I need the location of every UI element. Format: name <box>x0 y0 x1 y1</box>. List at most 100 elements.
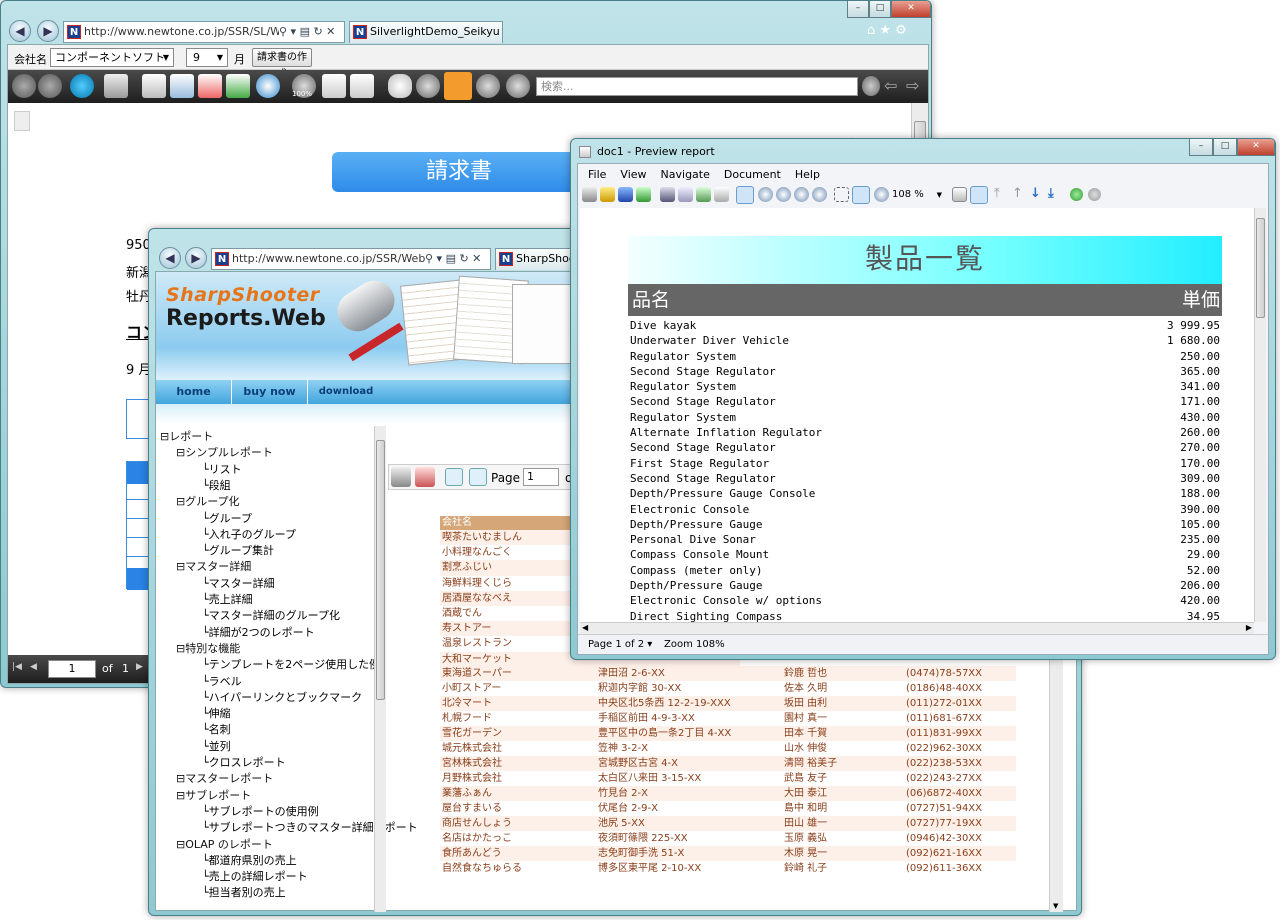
back-icon[interactable]: ◀ <box>159 247 181 269</box>
tree-item[interactable]: └売上の詳細レポート <box>202 868 308 884</box>
next-page-icon[interactable]: ▶ <box>136 662 143 672</box>
maximize-button[interactable]: □ <box>1213 139 1237 156</box>
tree-item[interactable]: └入れ子のグループ <box>202 526 296 542</box>
save-icon[interactable] <box>618 187 633 202</box>
tree-item[interactable]: └担当者別の売上 <box>202 884 286 900</box>
back-icon[interactable] <box>12 74 36 98</box>
first-page-icon[interactable]: |◀ <box>12 662 22 672</box>
nav-home[interactable]: home <box>156 380 232 404</box>
forward-icon[interactable] <box>38 74 62 98</box>
excel-icon[interactable] <box>226 74 250 98</box>
report-vertical-scrollbar[interactable] <box>1254 208 1266 622</box>
menu-item-help[interactable]: Help <box>795 168 820 181</box>
menu-item-view[interactable]: View <box>620 168 646 181</box>
tree-item[interactable]: └クロスレポート <box>202 754 286 770</box>
minimize-button[interactable]: – <box>847 1 869 18</box>
html-export-icon[interactable] <box>256 74 280 98</box>
forward-icon[interactable]: ▶ <box>37 20 59 42</box>
tree-item[interactable]: ⊟OLAP のレポート <box>176 836 273 852</box>
search-next-icon[interactable]: ⇨ <box>906 76 919 95</box>
browser-tools[interactable]: ⌂ ★ ⚙ <box>867 23 907 38</box>
zoom-rect-icon[interactable] <box>812 187 827 202</box>
print-icon[interactable] <box>582 187 597 202</box>
scroll-down-icon[interactable]: ▼ <box>1053 902 1058 910</box>
scrollbar-thumb[interactable] <box>376 440 385 700</box>
tree-item[interactable]: ⊟シンプルレポート <box>176 444 273 460</box>
first-page-icon[interactable]: ⤒ <box>994 186 1000 201</box>
page-thumbnail-icon[interactable] <box>14 111 30 131</box>
menu-item-navigate[interactable]: Navigate <box>661 168 710 181</box>
tree-item[interactable]: └マスター詳細のグループ化 <box>202 607 340 623</box>
tree-item[interactable]: ⊟サブレポート <box>176 787 251 803</box>
tree-item[interactable]: ⊟グループ化 <box>176 493 240 509</box>
page-number-input[interactable]: 1 <box>48 660 96 678</box>
export-icon[interactable] <box>636 187 651 202</box>
nav-buy-now[interactable]: buy now <box>232 380 308 404</box>
scroll-left-icon[interactable]: ◀ <box>582 623 588 632</box>
last-page-icon[interactable]: ⤓ <box>1048 186 1054 201</box>
grid-view-icon[interactable] <box>660 187 675 202</box>
scroll-right-icon[interactable]: ▶ <box>1246 623 1252 632</box>
search-input[interactable]: 検索... <box>536 77 858 96</box>
close-button[interactable]: ✕ <box>1237 139 1275 156</box>
nav-forward-icon[interactable] <box>1088 188 1101 201</box>
prev-page-icon[interactable]: ◀ <box>30 662 37 672</box>
search-prev-icon[interactable]: ⇦ <box>884 76 897 95</box>
fit-width-icon[interactable] <box>834 187 849 202</box>
browser-tab[interactable]: SilverlightDemo_Seikyu <box>349 21 503 43</box>
zoom-rect-icon[interactable] <box>506 74 530 98</box>
zoom-icon[interactable] <box>758 187 773 202</box>
tree-item[interactable]: └段組 <box>202 477 231 493</box>
page-setup-icon[interactable] <box>714 187 729 202</box>
search-icon[interactable] <box>862 76 880 96</box>
tree-item[interactable]: └マスター詳細 <box>202 575 275 591</box>
next-page-icon[interactable]: ↓ <box>1030 186 1041 201</box>
minimize-button[interactable]: – <box>1189 139 1213 156</box>
tree-item[interactable]: └詳細が2つのレポート <box>202 624 315 640</box>
two-page-icon[interactable] <box>350 74 374 98</box>
maximize-button[interactable]: □ <box>869 1 891 18</box>
tree-item[interactable]: └グループ集計 <box>202 542 274 558</box>
tree-item[interactable]: └テンプレートを2ページ使用した例 <box>202 656 380 672</box>
print-icon[interactable] <box>391 467 411 487</box>
menu-item-file[interactable]: File <box>588 168 606 181</box>
prev-page-icon[interactable] <box>469 468 487 486</box>
hand-icon[interactable] <box>388 74 412 98</box>
tree-item[interactable]: └都道府県別の売上 <box>202 852 297 868</box>
zoom-out-icon[interactable] <box>416 74 440 98</box>
tree-item[interactable]: └売上詳細 <box>202 591 253 607</box>
zoom-out-icon[interactable] <box>794 187 809 202</box>
print-icon[interactable] <box>104 74 128 98</box>
zoom-in-icon[interactable] <box>776 187 791 202</box>
single-page-icon[interactable] <box>952 187 967 202</box>
prev-page-icon[interactable]: ↑ <box>1012 186 1023 201</box>
tree-item[interactable]: └グループ <box>202 510 252 526</box>
back-icon[interactable]: ◀ <box>9 20 31 42</box>
close-button[interactable]: ✕ <box>891 1 931 18</box>
tree-item[interactable]: ⊟マスターレポート <box>176 770 273 786</box>
continuous-page-icon[interactable] <box>970 186 988 204</box>
forward-icon[interactable]: ▶ <box>185 247 207 269</box>
tree-scrollbar[interactable] <box>374 426 386 912</box>
nav-back-icon[interactable] <box>1070 188 1083 201</box>
tree-item[interactable]: ⊟特別な機能 <box>176 640 240 656</box>
tree-item[interactable]: └ラベル <box>202 673 242 689</box>
nav-download-trial[interactable]: download trial <box>308 380 384 421</box>
tree-item[interactable]: └ハイパーリンクとブックマーク <box>202 689 362 705</box>
actual-size-icon[interactable] <box>874 187 889 202</box>
pdf-icon[interactable] <box>198 74 222 98</box>
company-select[interactable]: コンポーネントソフト ▼ <box>50 48 174 67</box>
tree-item[interactable]: └名刺 <box>202 721 231 737</box>
scrollbar-thumb[interactable] <box>1256 218 1265 318</box>
menu-item-document[interactable]: Document <box>724 168 781 181</box>
export-icon[interactable] <box>142 74 166 98</box>
tree-item[interactable]: └並列 <box>202 738 231 754</box>
tree-item[interactable]: └リスト <box>202 461 242 477</box>
status-page[interactable]: Page 1 of 2 ▾ <box>588 635 652 655</box>
first-page-icon[interactable] <box>445 468 463 486</box>
export-icon[interactable] <box>415 467 435 487</box>
single-page-icon[interactable] <box>322 74 346 98</box>
report-scrollbar[interactable]: ▼ <box>1049 652 1063 912</box>
zoom-combo[interactable]: 108 % ▼ <box>892 187 942 203</box>
open-icon[interactable] <box>600 187 615 202</box>
